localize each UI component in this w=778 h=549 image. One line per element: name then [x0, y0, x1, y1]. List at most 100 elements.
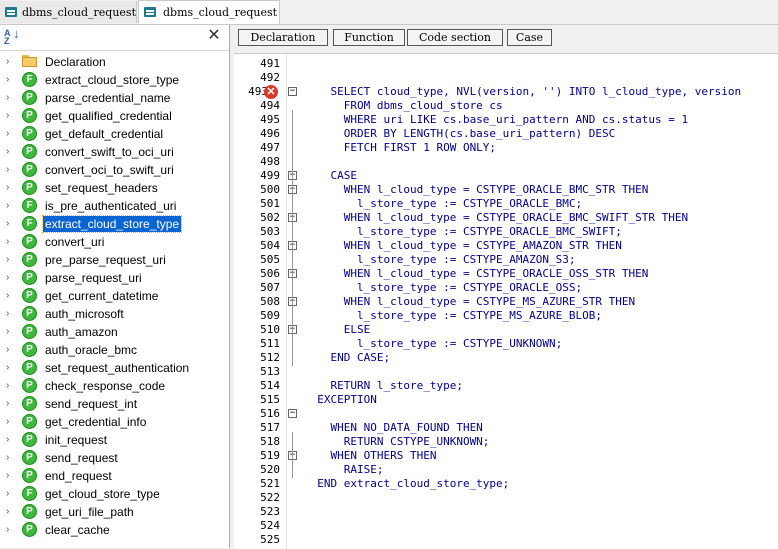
- code-line[interactable]: WHEN NO_DATA_FOUND THEN: [304, 421, 482, 435]
- expand-arrow-icon[interactable]: ›: [6, 255, 16, 265]
- tree-item[interactable]: › Pconvert_uri: [0, 233, 229, 251]
- tree-item[interactable]: › Pcheck_response_code: [0, 377, 229, 395]
- tree-item[interactable]: › Pget_current_datetime: [0, 287, 229, 305]
- code-line[interactable]: WHEN l_cloud_type = CSTYPE_ORACLE_OSS_ST…: [304, 267, 649, 281]
- tree-item[interactable]: › Pget_credential_info: [0, 413, 229, 431]
- tree-item[interactable]: › Pget_qualified_credential: [0, 107, 229, 125]
- expand-arrow-icon[interactable]: ›: [6, 453, 16, 463]
- code-line[interactable]: END CASE;: [304, 351, 390, 365]
- tree-item[interactable]: › Pauth_microsoft: [0, 305, 229, 323]
- tree-item[interactable]: › Ppre_parse_request_uri: [0, 251, 229, 269]
- code-line[interactable]: WHERE uri LIKE cs.base_uri_pattern AND c…: [304, 113, 688, 127]
- expand-arrow-icon[interactable]: ›: [6, 507, 16, 517]
- tree-item[interactable]: › Psend_request_int: [0, 395, 229, 413]
- tree-item[interactable]: › Pauth_oracle_bmc: [0, 341, 229, 359]
- tab-dbms-cloud-request-2[interactable]: dbms_cloud_request: [138, 0, 280, 24]
- expand-arrow-icon[interactable]: ›: [6, 345, 16, 355]
- tree-item[interactable]: › Pget_uri_file_path: [0, 503, 229, 521]
- error-marker-icon[interactable]: ✕: [264, 85, 278, 99]
- code-line[interactable]: l_store_type := CSTYPE_UNKNOWN;: [304, 337, 562, 351]
- tree-item[interactable]: › Fget_cloud_store_type: [0, 485, 229, 503]
- code-line[interactable]: CASE: [304, 169, 357, 183]
- expand-arrow-icon[interactable]: ›: [6, 525, 16, 535]
- code-line[interactable]: l_store_type := CSTYPE_ORACLE_BMC;: [304, 197, 582, 211]
- expand-arrow-icon[interactable]: ›: [6, 147, 16, 157]
- code-line[interactable]: RETURN l_store_type;: [304, 379, 462, 393]
- expand-arrow-icon[interactable]: ›: [6, 273, 16, 283]
- line-number: 509: [260, 309, 280, 322]
- expand-arrow-icon[interactable]: ›: [6, 57, 16, 67]
- tree-item[interactable]: › Declaration: [0, 53, 229, 71]
- code-line[interactable]: FROM dbms_cloud_store cs: [304, 99, 503, 113]
- code-line[interactable]: l_store_type := CSTYPE_ORACLE_BMC_SWIFT;: [304, 225, 622, 239]
- code-line[interactable]: ORDER BY LENGTH(cs.base_uri_pattern) DES…: [304, 127, 616, 141]
- expand-arrow-icon[interactable]: ›: [6, 183, 16, 193]
- expand-arrow-icon[interactable]: ›: [6, 309, 16, 319]
- tree-item[interactable]: › Fextract_cloud_store_type: [0, 71, 229, 89]
- tree-item[interactable]: › Pset_request_headers: [0, 179, 229, 197]
- code-line[interactable]: EXCEPTION: [304, 393, 377, 407]
- code-editor[interactable]: 491 492 493 ✕ 494 495 496 497 498 499 500 501 502 503…: [234, 53, 778, 549]
- code-line[interactable]: l_store_type := CSTYPE_MS_AZURE_BLOB;: [304, 309, 602, 323]
- fold-toggle-icon[interactable]: −: [288, 87, 297, 96]
- expand-arrow-icon[interactable]: ›: [6, 219, 16, 229]
- expand-arrow-icon[interactable]: ›: [6, 381, 16, 391]
- fold-guide-line: [292, 432, 293, 478]
- tree-item[interactable]: › Pset_request_authentication: [0, 359, 229, 377]
- declaration-button[interactable]: Declaration: [238, 29, 328, 46]
- tree-item[interactable]: › Pinit_request: [0, 431, 229, 449]
- code-line[interactable]: WHEN l_cloud_type = CSTYPE_AMAZON_STR TH…: [304, 239, 622, 253]
- tree-item-label: send_request: [45, 451, 118, 465]
- tree-item[interactable]: › Fis_pre_authenticated_uri: [0, 197, 229, 215]
- tree-item[interactable]: › Pget_default_credential: [0, 125, 229, 143]
- expand-arrow-icon[interactable]: ›: [6, 363, 16, 373]
- code-line[interactable]: l_store_type := CSTYPE_AMAZON_S3;: [304, 253, 576, 267]
- expand-arrow-icon[interactable]: ›: [6, 129, 16, 139]
- tree-item-label: get_credential_info: [45, 415, 147, 429]
- fold-toggle-icon[interactable]: −: [288, 409, 297, 418]
- code-line[interactable]: WHEN l_cloud_type = CSTYPE_ORACLE_BMC_ST…: [304, 183, 649, 197]
- code-line[interactable]: ELSE: [304, 323, 371, 337]
- expand-arrow-icon[interactable]: ›: [6, 75, 16, 85]
- code-line[interactable]: FETCH FIRST 1 ROW ONLY;: [304, 141, 496, 155]
- expand-arrow-icon[interactable]: ›: [6, 201, 16, 211]
- tree-item[interactable]: › Pparse_credential_name: [0, 89, 229, 107]
- expand-arrow-icon[interactable]: ›: [6, 291, 16, 301]
- tree-item[interactable]: › Pparse_request_uri: [0, 269, 229, 287]
- expand-arrow-icon[interactable]: ›: [6, 435, 16, 445]
- expand-arrow-icon[interactable]: ›: [6, 489, 16, 499]
- expand-arrow-icon[interactable]: ›: [6, 399, 16, 409]
- case-button[interactable]: Case: [507, 29, 552, 46]
- tab-label: dbms_cloud_request: [163, 5, 278, 19]
- code-line[interactable]: WHEN l_cloud_type = CSTYPE_MS_AZURE_STR …: [304, 295, 635, 309]
- tree-item[interactable]: › Psend_request: [0, 449, 229, 467]
- expand-arrow-icon[interactable]: ›: [6, 93, 16, 103]
- tree-item[interactable]: › Pconvert_oci_to_swift_uri: [0, 161, 229, 179]
- code-area[interactable]: SELECT cloud_type, NVL(version, '') INTO…: [304, 54, 778, 549]
- code-section-button[interactable]: Code section: [407, 29, 503, 46]
- sort-az-icon[interactable]: A Z ↓: [4, 27, 20, 46]
- code-line[interactable]: RETURN CSTYPE_UNKNOWN;: [304, 435, 490, 449]
- expand-arrow-icon[interactable]: ›: [6, 237, 16, 247]
- code-line[interactable]: END extract_cloud_store_type;: [304, 477, 509, 491]
- procedure-icon: P: [22, 126, 37, 141]
- tree-item[interactable]: › Pauth_amazon: [0, 323, 229, 341]
- tree-item[interactable]: › Fextract_cloud_store_type: [0, 215, 229, 233]
- tree-item[interactable]: › Pclear_cache: [0, 521, 229, 539]
- tree-item-label: init_request: [45, 433, 108, 447]
- code-line[interactable]: WHEN OTHERS THEN: [304, 449, 436, 463]
- close-icon[interactable]: ✕: [206, 28, 222, 44]
- function-button[interactable]: Function: [333, 29, 405, 46]
- code-line[interactable]: SELECT cloud_type, NVL(version, '') INTO…: [304, 85, 741, 99]
- tab-dbms-cloud-request-1[interactable]: dbms_cloud_request: [0, 1, 137, 23]
- code-line[interactable]: WHEN l_cloud_type = CSTYPE_ORACLE_BMC_SW…: [304, 211, 688, 225]
- tree-item[interactable]: › Pconvert_swift_to_oci_uri: [0, 143, 229, 161]
- tree-item[interactable]: › Pend_request: [0, 467, 229, 485]
- expand-arrow-icon[interactable]: ›: [6, 111, 16, 121]
- expand-arrow-icon[interactable]: ›: [6, 327, 16, 337]
- code-line[interactable]: RAISE;: [304, 463, 384, 477]
- code-line[interactable]: l_store_type := CSTYPE_ORACLE_OSS;: [304, 281, 582, 295]
- expand-arrow-icon[interactable]: ›: [6, 417, 16, 427]
- expand-arrow-icon[interactable]: ›: [6, 471, 16, 481]
- expand-arrow-icon[interactable]: ›: [6, 165, 16, 175]
